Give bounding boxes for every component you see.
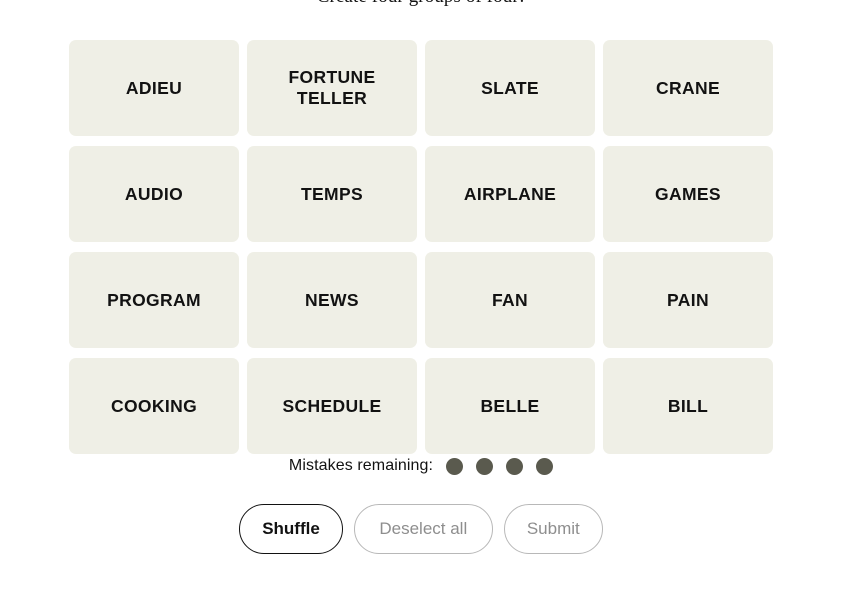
word-tile-label: AUDIO xyxy=(124,183,184,204)
word-tile[interactable]: FAN xyxy=(425,252,595,348)
word-tile[interactable]: GAMES xyxy=(603,146,773,242)
word-tile[interactable]: PROGRAM xyxy=(69,252,239,348)
mistakes-remaining-label: Mistakes remaining: xyxy=(288,457,434,474)
deselect-all-button[interactable]: Deselect all xyxy=(353,504,493,554)
word-tile-label: AIRPLANE xyxy=(463,183,557,204)
mistake-dot xyxy=(536,457,554,475)
word-tile[interactable]: TEMPS xyxy=(247,146,417,242)
mistake-dot xyxy=(476,457,494,475)
word-tile-label: GAMES xyxy=(655,183,721,204)
shuffle-button[interactable]: Shuffle xyxy=(239,504,343,554)
word-tile-label: BELLE xyxy=(480,395,540,416)
word-tile[interactable]: AUDIO xyxy=(69,146,239,242)
word-tile-label: SCHEDULE xyxy=(282,395,382,416)
word-tile-label: SLATE xyxy=(481,77,539,98)
word-tile[interactable]: SLATE xyxy=(425,40,595,136)
page-title: Create four groups of four! xyxy=(0,0,842,8)
word-tile-label: BILL xyxy=(667,395,709,416)
mistake-dot xyxy=(446,457,464,475)
word-tile[interactable]: NEWS xyxy=(247,252,417,348)
word-tile-label: NEWS xyxy=(305,289,359,310)
word-tile-label: ADIEU xyxy=(125,77,183,98)
mistake-dot xyxy=(506,457,524,475)
word-tile[interactable]: PAIN xyxy=(603,252,773,348)
action-button-row: Shuffle Deselect all Submit xyxy=(0,504,842,554)
word-tile[interactable]: AIRPLANE xyxy=(425,146,595,242)
word-tile-label: COOKING xyxy=(110,395,198,416)
word-tile-label: TEMPS xyxy=(300,183,364,204)
word-tile[interactable]: CRANE xyxy=(603,40,773,136)
word-tile-label: CRANE xyxy=(656,77,720,98)
word-tile-label: FAN xyxy=(491,289,529,310)
word-tile-label: FORTUNE TELLER xyxy=(288,67,376,108)
word-tile-label: PAIN xyxy=(667,289,709,310)
word-tile-grid: ADIEU FORTUNE TELLER SLATE CRANE AUDIO TEMPS A… xyxy=(69,40,773,454)
word-tile[interactable]: BILL xyxy=(603,358,773,454)
submit-button[interactable]: Submit xyxy=(503,504,603,554)
word-tile[interactable]: ADIEU xyxy=(69,40,239,136)
mistake-dots-group xyxy=(446,457,554,475)
word-tile[interactable]: SCHEDULE xyxy=(247,358,417,454)
word-tile[interactable]: COOKING xyxy=(69,358,239,454)
word-tile[interactable]: BELLE xyxy=(425,358,595,454)
word-tile[interactable]: FORTUNE TELLER xyxy=(247,40,417,136)
word-tile-label: PROGRAM xyxy=(107,289,201,310)
mistakes-remaining-row: Mistakes remaining: xyxy=(0,454,842,478)
